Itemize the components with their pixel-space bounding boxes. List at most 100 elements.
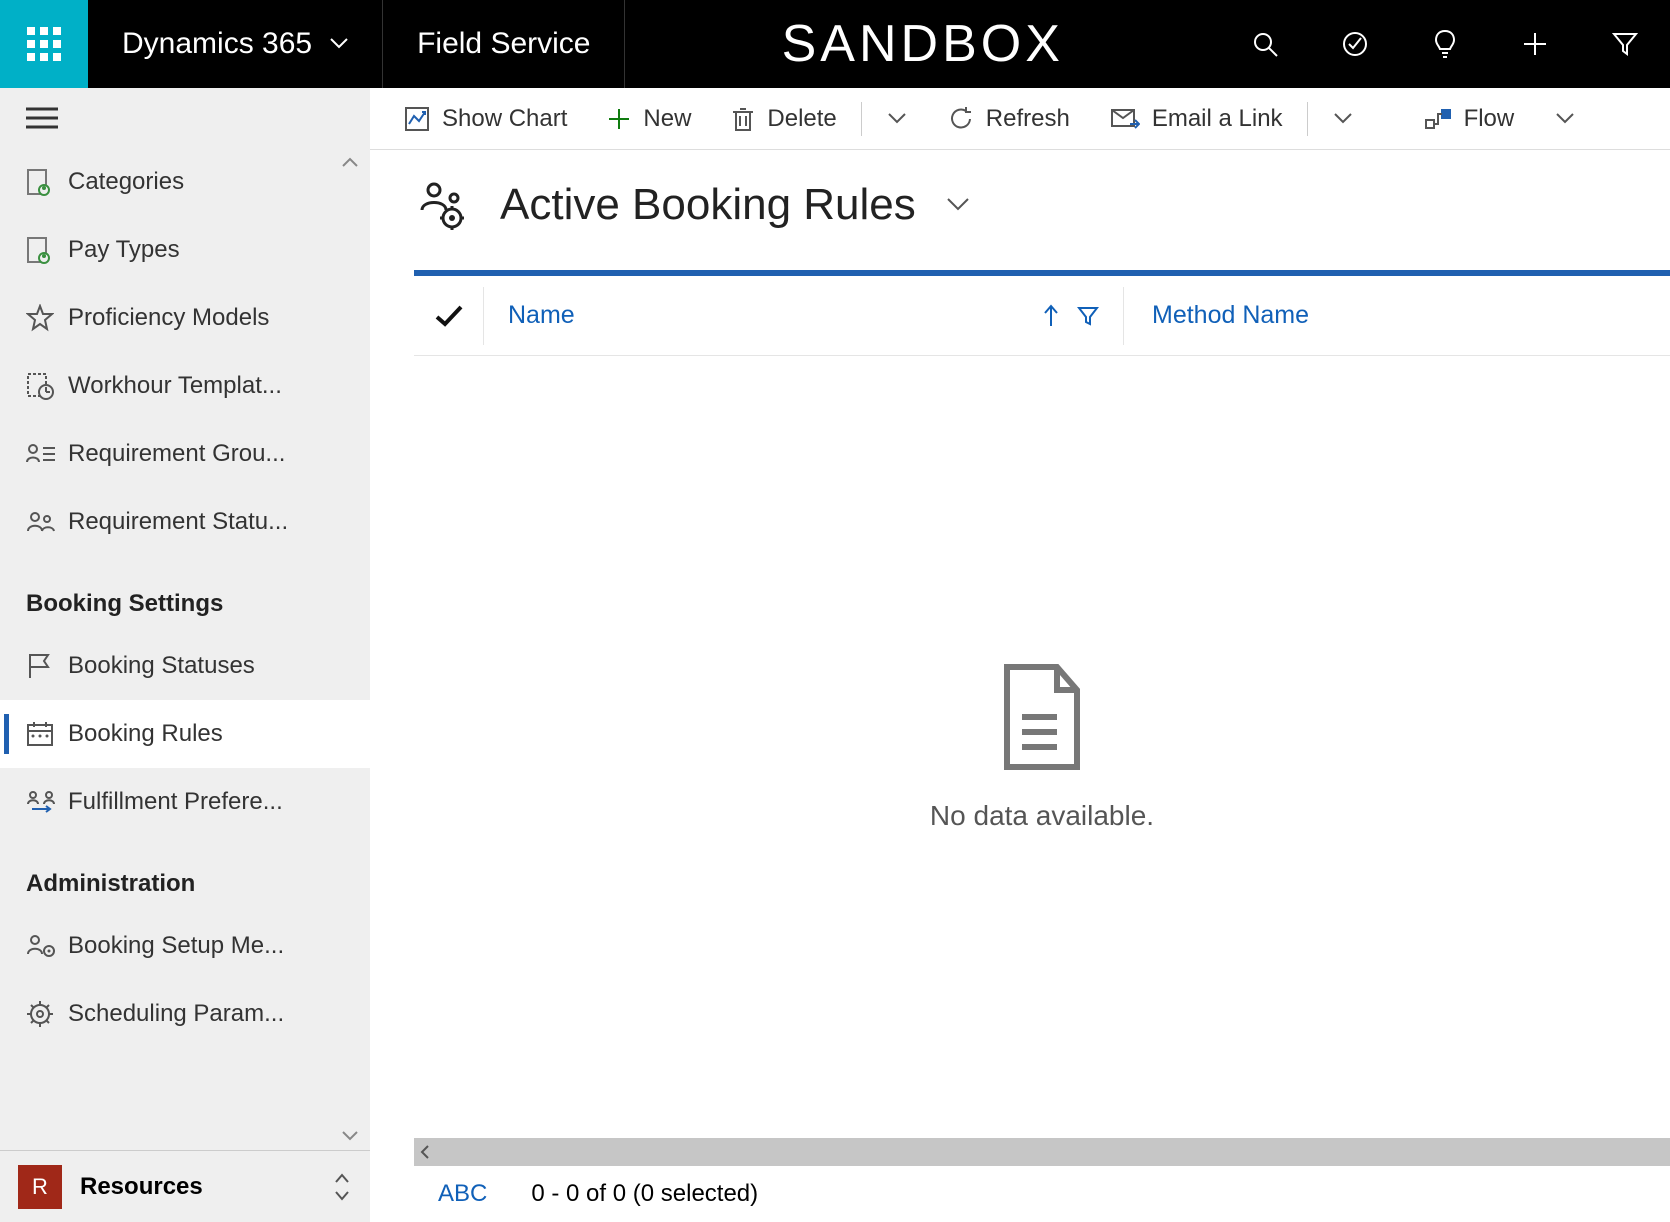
area-switcher[interactable]: R Resources [0,1150,370,1222]
column-header-method-name[interactable]: Method Name [1124,301,1333,330]
people-gear-icon [26,933,68,959]
sidebar-item-label: Fulfillment Prefere... [68,788,283,816]
search-button[interactable] [1220,30,1310,58]
hamburger-icon [26,106,58,130]
template-clock-icon [26,372,68,400]
alpha-jump-button[interactable]: ABC [438,1180,487,1208]
sidebar-item-booking-rules[interactable]: Booking Rules [0,700,370,768]
sidebar-item-requirement-groups[interactable]: Requirement Grou... [0,420,370,488]
sidebar-item-label: Categories [68,168,184,196]
sidebar-item-label: Booking Setup Me... [68,932,284,960]
chevron-down-icon [1334,113,1352,125]
scroll-down-button[interactable] [338,1124,362,1148]
horizontal-scrollbar[interactable] [414,1138,1670,1166]
document-icon [26,168,68,196]
app-name-label: Dynamics 365 [122,27,312,61]
data-grid: Name Method Name No [414,270,1670,1222]
area-badge: R [18,1165,62,1209]
star-icon [26,304,68,332]
plus-icon [607,107,631,131]
separator [861,102,862,136]
check-circle-icon [1341,30,1369,58]
task-button[interactable] [1310,30,1400,58]
sidebar-item-label: Requirement Statu... [68,508,288,536]
sidebar: Categories Pay Types Proficiency Models … [0,88,370,1222]
sidebar-item-label: Scheduling Param... [68,1000,284,1028]
environment-badge: SANDBOX [625,0,1220,88]
sidebar-item-proficiency-models[interactable]: Proficiency Models [0,284,370,352]
filter-icon [1077,305,1099,327]
sidebar-item-label: Requirement Grou... [68,440,285,468]
people-swap-icon [26,789,68,815]
sidebar-item-fulfillment-preferences[interactable]: Fulfillment Prefere... [0,768,370,836]
chevron-down-icon [946,197,970,213]
flow-icon [1424,108,1452,130]
chevron-left-icon [420,1145,430,1159]
page-title: Active Booking Rules [500,180,916,230]
chart-icon [404,106,430,132]
sidebar-item-label: Pay Types [68,236,180,264]
email-link-button[interactable]: Email a Link [1094,88,1299,149]
sidebar-item-label: Proficiency Models [68,304,269,332]
sidebar-collapse-button[interactable] [26,106,58,130]
chevron-down-icon [888,113,906,125]
module-label: Field Service [417,27,590,61]
document-icon [997,662,1087,772]
grid-empty-state: No data available. [414,356,1670,1138]
check-icon [435,305,463,327]
sidebar-group-booking-settings: Booking Settings [0,556,370,632]
main-content: Show Chart New Delete Refresh Email a Li… [370,88,1670,1222]
separator [1307,102,1308,136]
refresh-button[interactable]: Refresh [932,88,1086,149]
waffle-icon [27,27,61,61]
select-all-checkbox[interactable] [414,287,484,345]
area-label: Resources [80,1173,332,1201]
add-button[interactable] [1490,31,1580,57]
page-header: Active Booking Rules [370,150,1670,270]
delete-split-button[interactable] [870,113,924,125]
people-icon [26,510,68,534]
lightbulb-icon [1433,29,1457,59]
gear-icon [26,1000,68,1028]
sidebar-item-booking-statuses[interactable]: Booking Statuses [0,632,370,700]
app-launcher-button[interactable] [0,0,88,88]
show-chart-button[interactable]: Show Chart [388,88,583,149]
top-nav-bar: Dynamics 365 Field Service SANDBOX [0,0,1670,88]
sidebar-item-booking-setup-metadata[interactable]: Booking Setup Me... [0,912,370,980]
email-split-button[interactable] [1316,113,1370,125]
module-label-button[interactable]: Field Service [383,0,625,88]
flow-button[interactable]: Flow [1408,88,1531,149]
up-down-icon [332,1172,352,1202]
sidebar-item-requirement-statuses[interactable]: Requirement Statu... [0,488,370,556]
help-button[interactable] [1400,29,1490,59]
sidebar-item-pay-types[interactable]: Pay Types [0,216,370,284]
view-selector-button[interactable] [946,197,970,213]
grid-status-bar: ABC 0 - 0 of 0 (0 selected) [414,1166,1670,1222]
flag-icon [26,652,68,680]
sidebar-item-label: Booking Rules [68,720,223,748]
grid-header-row: Name Method Name [414,276,1670,356]
chevron-down-icon [330,38,348,50]
app-name-dropdown[interactable]: Dynamics 365 [88,0,383,88]
flow-split-button[interactable] [1538,113,1592,125]
sidebar-item-label: Booking Statuses [68,652,255,680]
sidebar-item-workhour-templates[interactable]: Workhour Templat... [0,352,370,420]
sidebar-group-administration: Administration [0,836,370,912]
filter-button[interactable] [1580,31,1670,57]
chevron-down-icon [342,1131,358,1141]
funnel-icon [1612,31,1638,57]
delete-button[interactable]: Delete [715,88,852,149]
top-icon-bar [1220,0,1670,88]
calendar-icon [26,721,68,747]
trash-icon [731,106,755,132]
chevron-down-icon [1556,113,1574,125]
sidebar-item-scheduling-parameters[interactable]: Scheduling Param... [0,980,370,1048]
paging-text: 0 - 0 of 0 (0 selected) [531,1180,758,1208]
sidebar-item-label: Workhour Templat... [68,372,282,400]
new-button[interactable]: New [591,88,707,149]
booking-rules-icon [414,180,470,230]
column-header-name[interactable]: Name [484,287,1124,345]
empty-message: No data available. [930,800,1154,832]
refresh-icon [948,106,974,132]
sidebar-item-categories[interactable]: Categories [0,148,370,216]
